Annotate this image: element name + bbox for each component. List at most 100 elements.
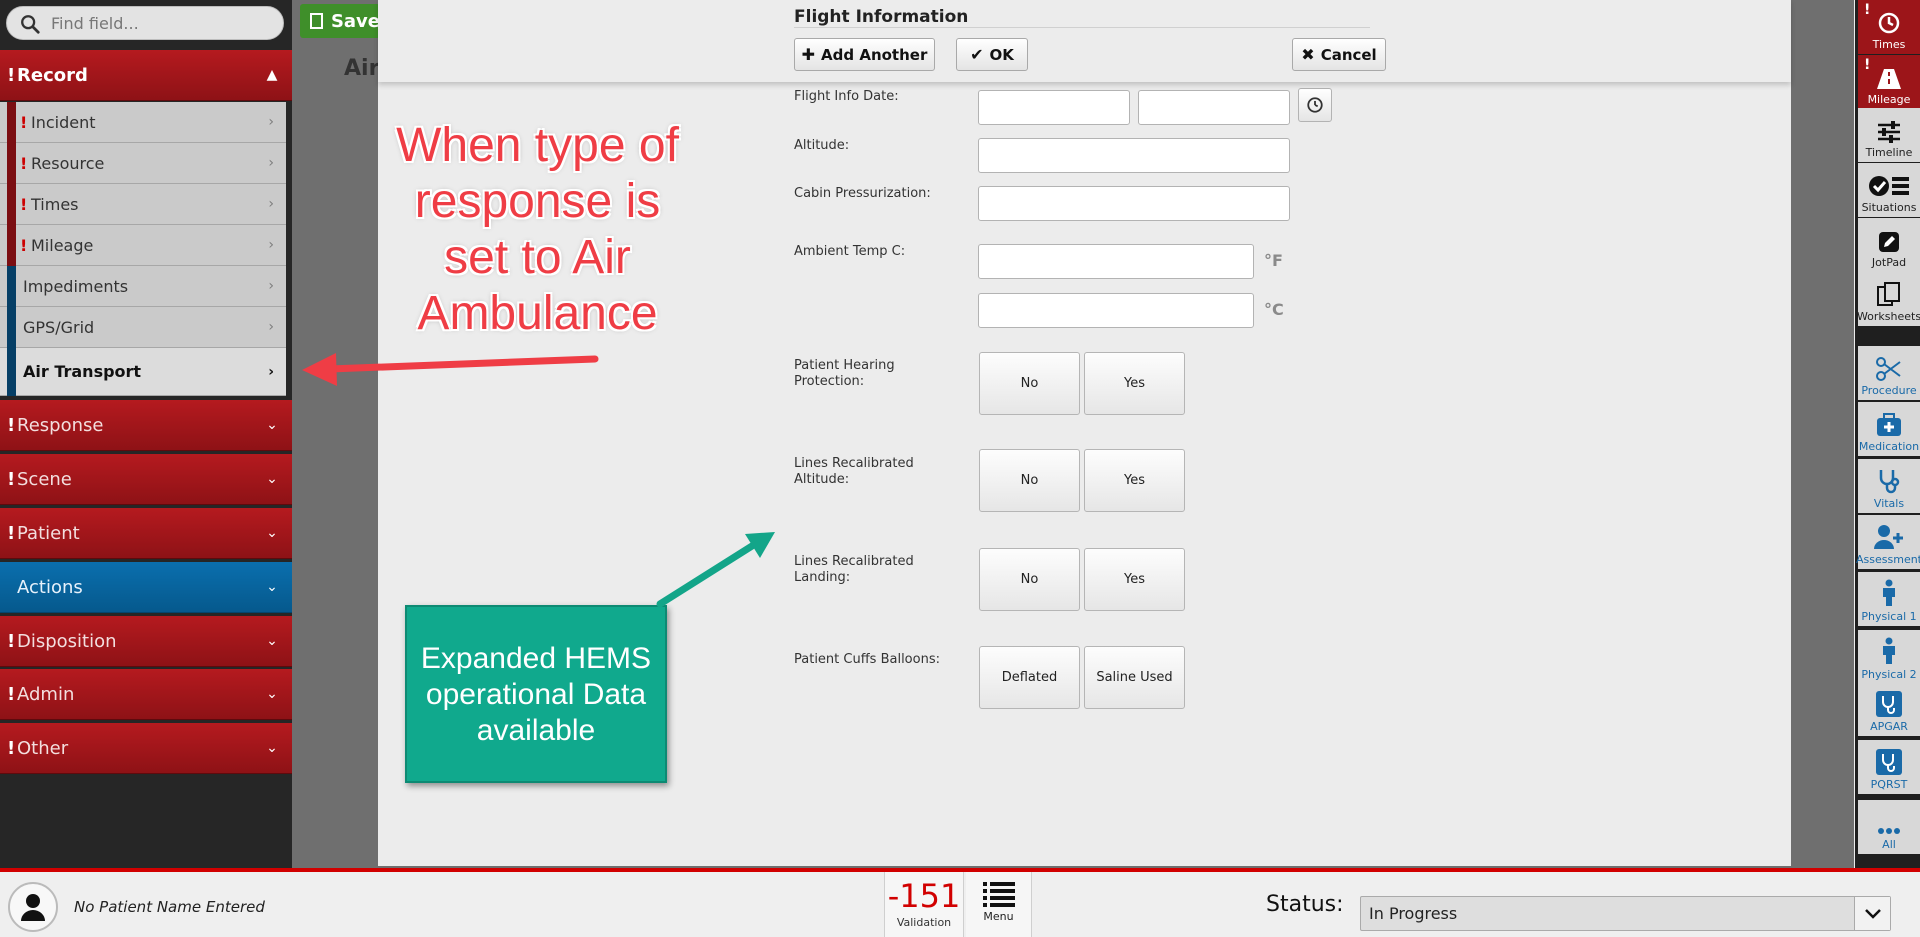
cancel-button[interactable]: ✖ Cancel <box>1292 38 1386 71</box>
title-divider <box>794 27 1370 28</box>
stethoscope-box-icon <box>1876 749 1902 775</box>
chevron-right-icon: › <box>268 363 274 380</box>
required-marker: ! <box>20 153 28 173</box>
chevron-down-icon: ⌄ <box>266 471 278 487</box>
sidebar-section-disposition[interactable]: ! Disposition ⌄ <box>0 616 292 667</box>
medkit-icon <box>1877 413 1901 436</box>
lines-altitude-yes-button[interactable]: Yes <box>1084 449 1185 512</box>
hearing-protection-yes-button[interactable]: Yes <box>1084 352 1185 415</box>
cuffs-saline-used-button[interactable]: Saline Used <box>1084 646 1185 709</box>
sliders-icon <box>1878 121 1900 143</box>
annotation-hems-data: Expanded HEMS operational Data available <box>405 605 667 783</box>
section-label: Disposition <box>17 630 117 652</box>
copy-icon <box>1877 282 1900 306</box>
search-input[interactable] <box>51 12 271 34</box>
tool-procedure[interactable]: Procedure <box>1858 346 1920 400</box>
chevron-right-icon: › <box>268 196 274 212</box>
plus-icon: ✚ <box>801 45 816 64</box>
modal-title: Flight Information <box>794 7 969 27</box>
lines-landing-no-button[interactable]: No <box>979 548 1080 611</box>
chevron-down-icon: ⌄ <box>266 686 278 702</box>
ambient-temp-c-input[interactable] <box>978 293 1254 328</box>
check-icon: ✔ <box>970 45 984 64</box>
tool-timeline[interactable]: Timeline <box>1858 108 1920 162</box>
annotation-air-ambulance: When type of response is set to Air Ambu… <box>396 119 679 340</box>
sidebar-item-times[interactable]: ! Times › <box>0 184 286 225</box>
section-label: Scene <box>17 468 72 490</box>
status-select[interactable]: In Progress <box>1360 896 1891 931</box>
sidebar-item-impediments[interactable]: Impediments › <box>0 266 286 307</box>
cuffs-balloons-label: Patient Cuffs Balloons: <box>794 652 940 667</box>
sidebar-item-incident[interactable]: ! Incident › <box>0 102 286 143</box>
tool-assessment[interactable]: Assessment <box>1856 515 1920 569</box>
chevron-down-icon: ⌄ <box>266 525 278 541</box>
chevron-down-icon <box>1854 897 1890 930</box>
flight-info-date-label: Flight Info Date: <box>794 89 899 104</box>
tool-apgar[interactable]: APGAR <box>1858 682 1920 736</box>
tool-label: Vitals <box>1873 497 1905 510</box>
celsius-unit: °C <box>1264 300 1284 319</box>
add-another-button[interactable]: ✚ Add Another <box>794 38 935 71</box>
clock-icon <box>1878 12 1900 34</box>
pencil-icon <box>1879 232 1899 252</box>
search-icon <box>21 15 40 34</box>
sidebar-section-record[interactable]: ! Record ▲ <box>0 50 292 101</box>
now-time-button[interactable] <box>1298 88 1332 122</box>
ok-button[interactable]: ✔ OK <box>956 38 1028 71</box>
hearing-protection-no-button[interactable]: No <box>979 352 1080 415</box>
lines-landing-yes-button[interactable]: Yes <box>1084 548 1185 611</box>
altitude-input[interactable] <box>978 138 1290 173</box>
sidebar-section-response[interactable]: ! Response ⌄ <box>0 400 292 451</box>
sidebar-section-scene[interactable]: ! Scene ⌄ <box>0 454 292 505</box>
required-bar <box>7 143 16 184</box>
tool-mileage[interactable]: ! Mileage <box>1858 55 1920 109</box>
validation-button[interactable]: -151 Validation <box>884 872 964 937</box>
sidebar-section-other[interactable]: ! Other ⌄ <box>0 723 292 774</box>
tool-situations[interactable]: Situations <box>1858 163 1920 217</box>
flight-time-input[interactable] <box>1138 90 1290 125</box>
required-bar <box>7 102 16 143</box>
cabin-pressurization-input[interactable] <box>978 186 1290 221</box>
underlying-page-title: Air <box>344 56 380 81</box>
ellipsis-icon <box>1878 828 1900 834</box>
cuffs-deflated-button[interactable]: Deflated <box>979 646 1080 709</box>
sidebar-section-actions[interactable]: Actions ⌄ <box>0 562 292 613</box>
patient-name: No Patient Name Entered <box>74 898 265 916</box>
left-sidebar: ! Record ▲ ! Incident › ! Resource › ! T… <box>0 0 292 868</box>
menu-button[interactable]: Menu <box>966 872 1032 937</box>
cabin-pressurization-label: Cabin Pressurization: <box>794 186 931 201</box>
ambient-temp-f-input[interactable] <box>978 244 1254 279</box>
chevron-down-icon: ⌄ <box>266 417 278 433</box>
sidebar-item-mileage[interactable]: ! Mileage › <box>0 225 286 266</box>
tool-physical-2[interactable]: Physical 2 <box>1858 630 1920 684</box>
flight-date-input[interactable] <box>978 90 1130 125</box>
tool-all[interactable]: All <box>1858 800 1920 854</box>
section-label: Patient <box>17 522 80 544</box>
tool-times[interactable]: ! Times <box>1858 0 1920 54</box>
required-bar <box>7 225 16 266</box>
save-button[interactable]: Save <box>300 4 380 38</box>
sidebar-section-patient[interactable]: ! Patient ⌄ <box>0 508 292 559</box>
close-icon: ✖ <box>1301 45 1315 64</box>
scissors-icon <box>1876 357 1901 381</box>
tool-label: Mileage <box>1867 93 1911 106</box>
chevron-right-icon: › <box>268 155 274 171</box>
tool-worksheets[interactable]: Worksheets <box>1857 272 1920 326</box>
tool-medication[interactable]: Medication <box>1858 402 1920 456</box>
sidebar-item-air-transport[interactable]: Air Transport › <box>0 348 286 396</box>
tool-physical-1[interactable]: Physical 1 <box>1858 572 1920 626</box>
tool-pqrst[interactable]: PQRST <box>1858 740 1920 794</box>
tool-vitals[interactable]: Vitals <box>1858 459 1920 513</box>
tool-label: Procedure <box>1861 384 1917 397</box>
required-marker: ! <box>7 737 16 759</box>
search-box[interactable] <box>6 6 284 40</box>
sidebar-section-admin[interactable]: ! Admin ⌄ <box>0 669 292 720</box>
avatar[interactable] <box>8 882 58 932</box>
sidebar-item-gps-grid[interactable]: GPS/Grid › <box>0 307 286 348</box>
tool-jotpad[interactable]: JotPad <box>1858 218 1920 272</box>
tool-label: Assessment <box>1856 553 1920 566</box>
lines-altitude-no-button[interactable]: No <box>979 449 1080 512</box>
sidebar-item-resource[interactable]: ! Resource › <box>0 143 286 184</box>
floppy-icon <box>310 13 323 29</box>
chevron-down-icon: ⌄ <box>266 579 278 595</box>
